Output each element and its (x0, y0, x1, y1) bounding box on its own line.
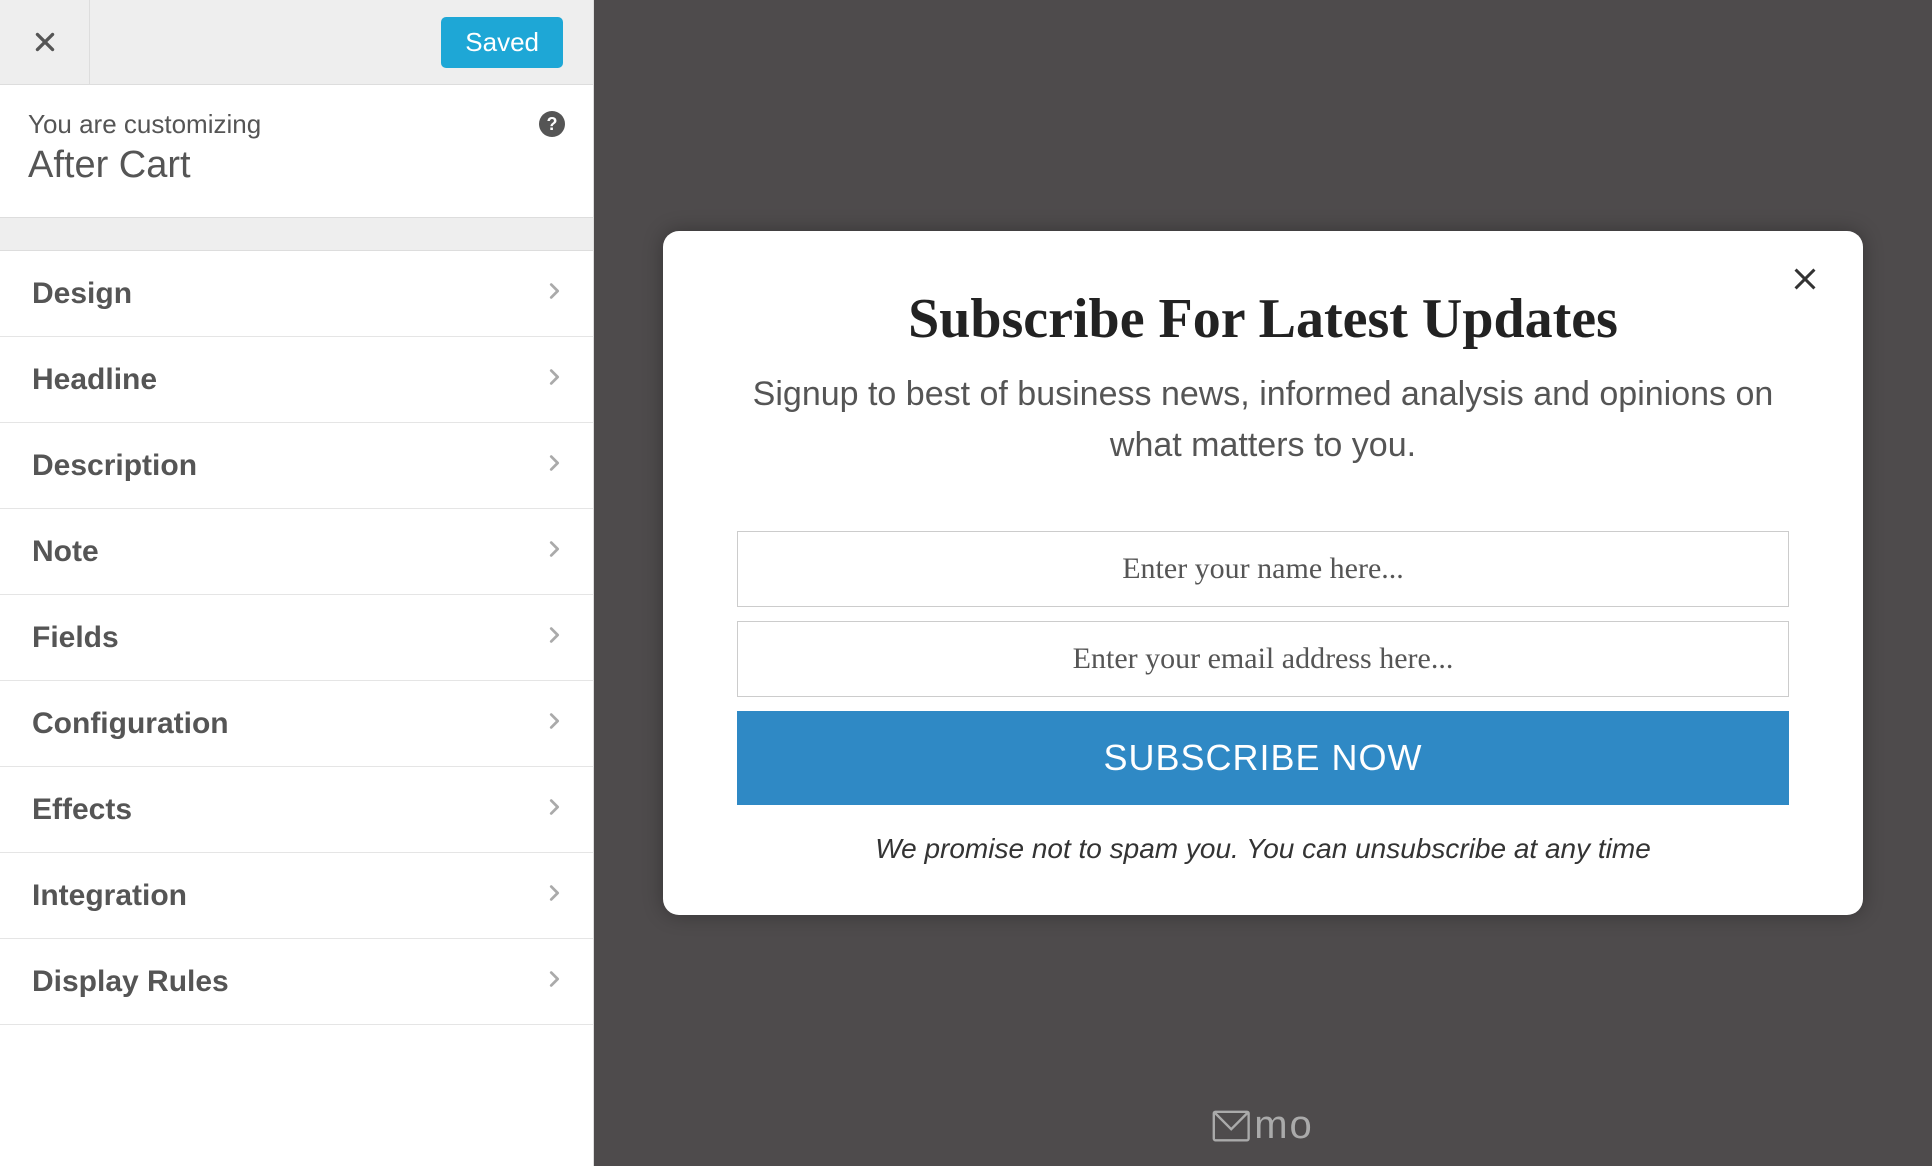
chevron-right-icon (543, 538, 565, 565)
menu-item-label: Effects (32, 793, 132, 827)
modal-description: Signup to best of business news, informe… (727, 369, 1799, 471)
menu-item-label: Configuration (32, 707, 229, 741)
topbar: Saved (0, 0, 593, 85)
menu-item-fields[interactable]: Fields (0, 595, 593, 681)
menu-item-design[interactable]: Design (0, 251, 593, 337)
brand-watermark: mo (1212, 1103, 1314, 1148)
menu-item-headline[interactable]: Headline (0, 337, 593, 423)
menu-item-configuration[interactable]: Configuration (0, 681, 593, 767)
email-input[interactable] (737, 621, 1789, 697)
close-icon (32, 29, 58, 55)
menu-item-label: Fields (32, 621, 119, 655)
chevron-right-icon (543, 882, 565, 909)
menu-item-label: Headline (32, 363, 157, 397)
menu-item-label: Display Rules (32, 965, 229, 999)
menu-item-display-rules[interactable]: Display Rules (0, 939, 593, 1025)
chevron-right-icon (543, 280, 565, 307)
subscribe-modal: Subscribe For Latest Updates Signup to b… (663, 231, 1863, 915)
menu-item-note[interactable]: Note (0, 509, 593, 595)
chevron-right-icon (543, 968, 565, 995)
modal-note: We promise not to spam you. You can unsu… (727, 833, 1799, 865)
brand-text: mo (1254, 1103, 1314, 1148)
chevron-right-icon (543, 366, 565, 393)
menu-item-label: Design (32, 277, 132, 311)
saved-button[interactable]: Saved (441, 17, 563, 68)
section-gap (0, 217, 593, 251)
chevron-right-icon (543, 624, 565, 651)
subscribe-button[interactable]: SUBSCRIBE NOW (737, 711, 1789, 805)
modal-close-button[interactable] (1787, 261, 1823, 302)
settings-menu: Design Headline Description Note Fields … (0, 251, 593, 1166)
menu-item-label: Integration (32, 879, 187, 913)
name-input[interactable] (737, 531, 1789, 607)
menu-item-effects[interactable]: Effects (0, 767, 593, 853)
close-button[interactable] (0, 0, 90, 85)
chevron-right-icon (543, 710, 565, 737)
menu-item-label: Description (32, 449, 197, 483)
menu-item-label: Note (32, 535, 99, 569)
modal-title: Subscribe For Latest Updates (727, 287, 1799, 351)
preview-pane: Subscribe For Latest Updates Signup to b… (594, 0, 1932, 1166)
context-title: After Cart (28, 144, 565, 187)
chevron-right-icon (543, 796, 565, 823)
close-icon (1787, 261, 1823, 297)
customizer-sidebar: Saved You are customizing After Cart ? D… (0, 0, 594, 1166)
context-label: You are customizing (28, 109, 565, 140)
envelope-icon (1212, 1110, 1250, 1142)
menu-item-integration[interactable]: Integration (0, 853, 593, 939)
modal-form: SUBSCRIBE NOW (727, 531, 1799, 805)
help-icon[interactable]: ? (539, 111, 565, 137)
chevron-right-icon (543, 452, 565, 479)
context-header: You are customizing After Cart ? (0, 85, 593, 217)
menu-item-description[interactable]: Description (0, 423, 593, 509)
